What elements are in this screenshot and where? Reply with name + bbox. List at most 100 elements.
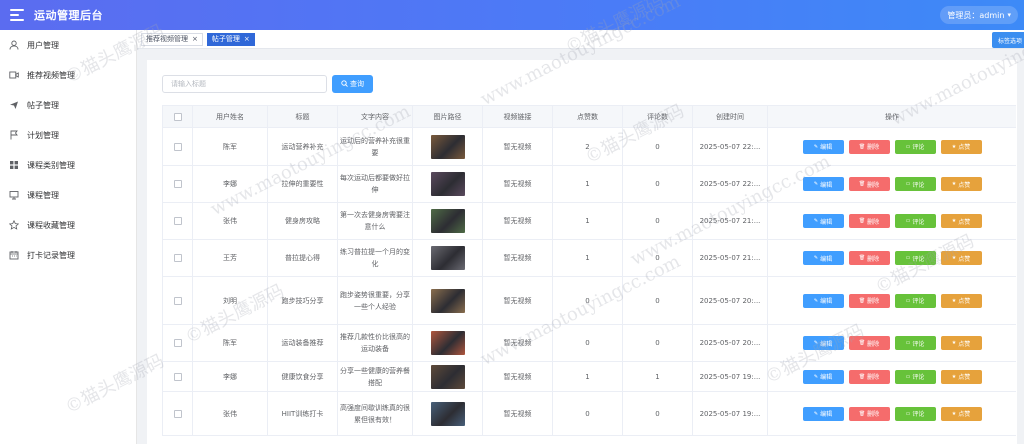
row-checkbox[interactable] (162, 127, 193, 166)
cell-video: 暂无视频 (482, 239, 553, 277)
cell-actions: ✎ 编辑 🗑 删除 ▭ 评论 ★ 点赞 (767, 165, 1016, 203)
star-icon: ★ (951, 373, 957, 380)
table-row: 刘明 跑步技巧分享 跑步姿势很重要，分享一些个人经验 暂无视频 0 0 2025-05-07… (162, 276, 1016, 325)
comment-button[interactable]: ▭ 评论 (894, 406, 936, 421)
star-icon: ★ (951, 297, 957, 304)
post-image-thumbnail[interactable] (430, 331, 465, 355)
sidebar-item-label: 课程收藏管理 (27, 220, 75, 230)
sidebar-item-courses[interactable]: 课程管理 (0, 180, 136, 210)
sidebar-item-label: 计划管理 (27, 130, 59, 140)
comment-button[interactable]: ▭ 评论 (894, 369, 936, 384)
cell-actions: ✎ 编辑 🗑 删除 ▭ 评论 ★ 点赞 (767, 127, 1016, 166)
comment-button[interactable]: ▭ 评论 (894, 293, 936, 308)
row-checkbox[interactable] (162, 391, 193, 436)
action-label: 评论 (912, 298, 925, 305)
delete-icon: 🗑 (858, 218, 866, 224)
sidebar-item-videos[interactable]: 推荐视频管理 (0, 60, 136, 90)
comment-button[interactable]: ▭ 评论 (894, 177, 936, 191)
sidebar-item-course-categories[interactable]: 课程类别管理 (0, 150, 136, 180)
delete-button[interactable]: 🗑 删除 (848, 214, 890, 228)
tab-posts[interactable]: 帖子管理 × (206, 32, 255, 46)
cell-content: 运动后的营养补充很重要 (337, 127, 413, 166)
row-checkbox[interactable] (162, 202, 193, 240)
edit-button[interactable]: ✎ 编辑 (802, 369, 844, 384)
tab-recommended-videos[interactable]: 推荐视频管理 × (141, 32, 203, 46)
like-button[interactable]: ★ 点赞 (940, 251, 982, 265)
edit-button[interactable]: ✎ 编辑 (802, 406, 844, 421)
cell-image (412, 361, 483, 392)
like-button[interactable]: ★ 点赞 (940, 336, 982, 350)
edit-button[interactable]: ✎ 编辑 (802, 177, 844, 191)
row-checkbox[interactable] (162, 276, 193, 325)
delete-icon: 🗑 (858, 373, 866, 380)
delete-button[interactable]: 🗑 删除 (848, 177, 890, 191)
row-actions: ✎ 编辑 🗑 删除 ▭ 评论 ★ 点赞 (770, 369, 1014, 384)
search-input[interactable] (162, 75, 327, 93)
row-checkbox[interactable] (162, 324, 193, 362)
column-header: 文字内容 (337, 105, 413, 128)
close-icon[interactable]: × (192, 35, 198, 43)
post-image-thumbnail[interactable] (430, 246, 465, 270)
post-image-thumbnail[interactable] (430, 364, 465, 389)
delete-button[interactable]: 🗑 删除 (848, 139, 890, 154)
comment-button[interactable]: ▭ 评论 (894, 139, 936, 154)
like-button[interactable]: ★ 点赞 (940, 369, 982, 384)
comment-button[interactable]: ▭ 评论 (894, 251, 936, 265)
post-image-thumbnail[interactable] (430, 401, 465, 426)
sidebar-item-users[interactable]: 用户管理 (0, 30, 136, 60)
post-image-thumbnail[interactable] (430, 288, 465, 313)
delete-button[interactable]: 🗑 删除 (848, 336, 890, 350)
column-header: 操作 (767, 105, 1016, 128)
post-image-thumbnail[interactable] (430, 134, 465, 159)
action-label: 删除 (867, 255, 880, 263)
edit-button[interactable]: ✎ 编辑 (802, 336, 844, 350)
delete-button[interactable]: 🗑 删除 (848, 406, 890, 421)
row-checkbox[interactable] (162, 361, 193, 392)
comment-icon: ▭ (905, 297, 911, 304)
star-icon: ★ (951, 181, 957, 187)
user-icon (9, 40, 19, 50)
sidebar-item-label: 打卡记录管理 (27, 250, 75, 260)
like-button[interactable]: ★ 点赞 (940, 214, 982, 228)
like-button[interactable]: ★ 点赞 (940, 406, 982, 421)
comment-button[interactable]: ▭ 评论 (894, 214, 936, 228)
close-icon[interactable]: × (244, 35, 250, 43)
row-checkbox[interactable] (162, 239, 193, 277)
cell-created-time: 2025-05-07 21:... (692, 202, 768, 240)
sidebar-item-course-favorites[interactable]: 课程收藏管理 (0, 210, 136, 240)
sidebar-item-checkin-records[interactable]: 打卡记录管理 (0, 240, 136, 270)
edit-button[interactable]: ✎ 编辑 (802, 139, 844, 154)
delete-button[interactable]: 🗑 删除 (848, 251, 890, 265)
cell-user: 陈军 (192, 127, 268, 166)
cell-video: 暂无视频 (482, 165, 553, 203)
edit-button[interactable]: ✎ 编辑 (802, 293, 844, 308)
action-label: 点赞 (958, 340, 971, 348)
comment-button[interactable]: ▭ 评论 (894, 336, 936, 350)
like-button[interactable]: ★ 点赞 (940, 293, 982, 308)
menu-toggle-icon[interactable] (10, 9, 24, 21)
search-button[interactable]: 查询 (332, 75, 373, 93)
edit-button[interactable]: ✎ 编辑 (802, 214, 844, 228)
row-checkbox[interactable] (162, 165, 193, 203)
sidebar-item-label: 课程管理 (27, 190, 59, 200)
cell-created-time: 2025-05-07 19:... (692, 361, 768, 392)
sidebar-item-plans[interactable]: 计划管理 (0, 120, 136, 150)
tag-options-button[interactable]: 标签选项 (992, 32, 1024, 48)
action-label: 编辑 (820, 255, 833, 263)
post-image-thumbnail[interactable] (430, 209, 465, 233)
user-dropdown[interactable]: 管理员：admin ▾ (940, 6, 1018, 24)
cell-likes: 0 (552, 391, 623, 436)
action-label: 点赞 (958, 144, 971, 151)
row-actions: ✎ 编辑 🗑 删除 ▭ 评论 ★ 点赞 (770, 293, 1014, 308)
delete-icon: 🗑 (858, 181, 866, 187)
like-button[interactable]: ★ 点赞 (940, 139, 982, 154)
edit-button[interactable]: ✎ 编辑 (802, 251, 844, 265)
sidebar-item-posts[interactable]: 帖子管理 (0, 90, 136, 120)
select-all-checkbox[interactable] (162, 105, 193, 128)
post-image-thumbnail[interactable] (430, 172, 465, 196)
action-label: 删除 (867, 340, 880, 348)
like-button[interactable]: ★ 点赞 (940, 177, 982, 191)
delete-button[interactable]: 🗑 删除 (848, 293, 890, 308)
action-label: 编辑 (820, 144, 833, 151)
delete-button[interactable]: 🗑 删除 (848, 369, 890, 384)
